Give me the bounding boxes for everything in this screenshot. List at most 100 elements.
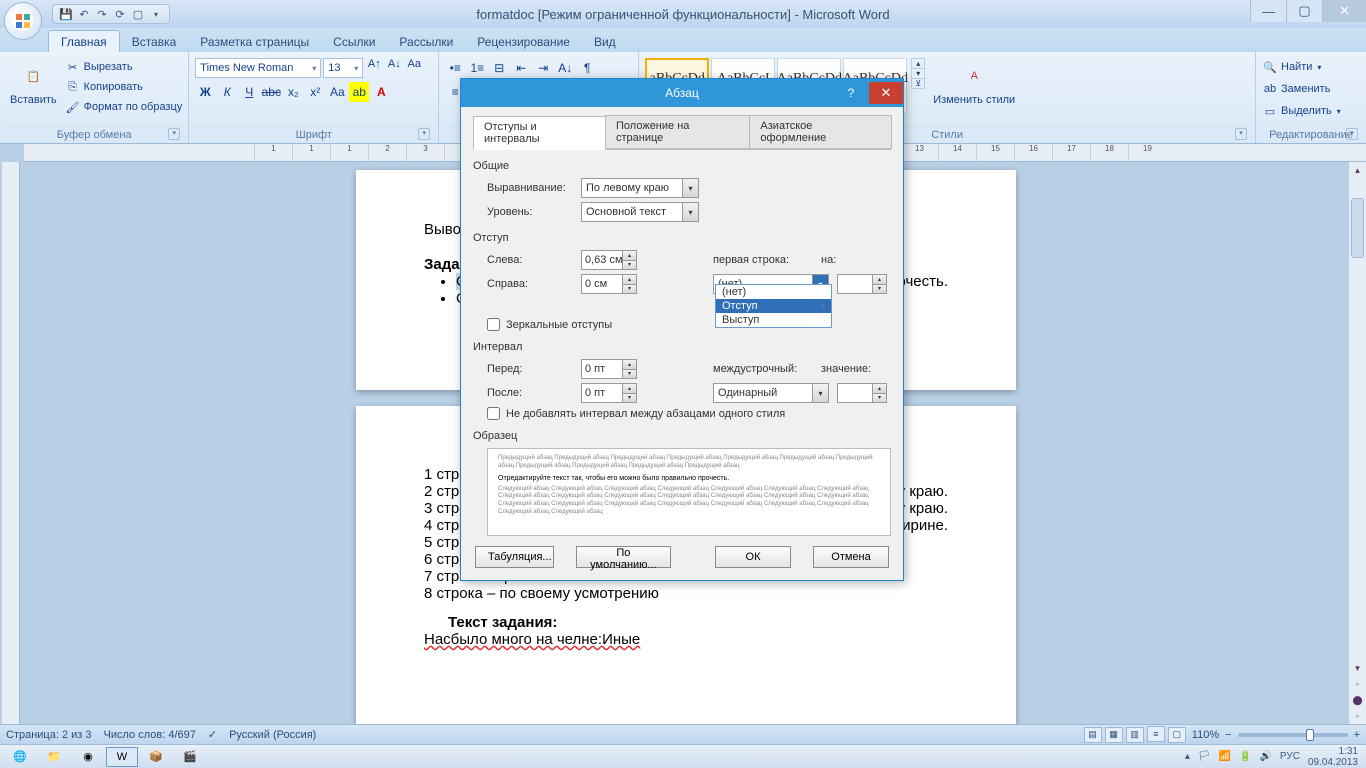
format-painter-button[interactable]: 🖌Формат по образцу [65,98,183,116]
save-icon[interactable]: 💾 [59,7,73,21]
line-at-spinner[interactable]: ▴▾ [837,383,887,403]
shrink-font-icon[interactable]: A↓ [385,58,403,78]
page-status[interactable]: Страница: 2 из 3 [6,729,92,741]
spinner-down-icon[interactable]: ▾ [872,285,886,294]
scroll-down-icon[interactable]: ▾ [1349,660,1366,676]
cut-button[interactable]: ✂Вырезать [65,58,183,76]
bullets-button[interactable]: •≡ [445,58,465,78]
zoom-out-icon[interactable]: − [1225,729,1231,741]
proofing-icon[interactable]: ✓ [208,728,217,741]
spinner-down-icon[interactable]: ▾ [622,370,636,379]
change-case-button[interactable]: Aa [327,82,347,102]
select-button[interactable]: ▭Выделить▾ [1262,102,1341,120]
tab-view[interactable]: Вид [582,31,628,52]
tab-mailings[interactable]: Рассылки [387,31,465,52]
qat-dropdown-icon[interactable]: ▾ [149,7,163,21]
vertical-scrollbar[interactable]: ▴ ▾ ◦ ⬤ ◦ [1348,162,1366,724]
chevron-down-icon[interactable]: ▾ [682,203,698,221]
dialog-titlebar[interactable]: Абзац ? ✕ [461,79,903,107]
font-name-select[interactable]: Times New Roman [195,58,321,78]
redo-icon[interactable]: ↷ [95,7,109,21]
dropdown-option-hanging[interactable]: Выступ [716,313,831,327]
dec-indent-button[interactable]: ⇤ [511,58,531,78]
inc-indent-button[interactable]: ⇥ [533,58,553,78]
dropdown-option-indent[interactable]: Отступ [716,299,831,313]
no-space-check[interactable]: Не добавлять интервал между абзацами одн… [487,407,891,420]
ok-button[interactable]: ОК [715,546,791,568]
replace-button[interactable]: abЗаменить [1262,80,1330,98]
no-space-checkbox[interactable] [487,407,500,420]
paste-button[interactable]: 📋 Вставить [6,58,61,108]
next-page-icon[interactable]: ◦ [1349,708,1366,724]
undo-icon[interactable]: ↶ [77,7,91,21]
grow-font-icon[interactable]: A↑ [365,58,383,78]
web-view[interactable]: ▥ [1126,727,1144,743]
zoom-handle[interactable] [1306,729,1314,741]
close-button[interactable]: ✕ [1322,0,1366,22]
dlg-tab-indents[interactable]: Отступы и интервалы [473,116,606,150]
bold-button[interactable]: Ж [195,82,215,102]
highlight-button[interactable]: ab [349,82,369,102]
zoom-value[interactable]: 110% [1192,729,1219,741]
outline-level-combo[interactable]: Основной текст▾ [581,202,699,222]
browse-icon[interactable]: ⬤ [1349,692,1366,708]
tray-up-icon[interactable]: ▴ [1185,751,1190,762]
word-icon[interactable]: W [106,747,138,767]
font-size-select[interactable]: 13 [323,58,363,78]
gallery-down-icon[interactable]: ▾ [912,68,924,78]
tab-review[interactable]: Рецензирование [465,31,582,52]
scroll-thumb[interactable] [1351,198,1364,258]
copy-button[interactable]: ⎘Копировать [65,78,183,96]
tab-insert[interactable]: Вставка [120,31,189,52]
spinner-up-icon[interactable]: ▴ [622,384,636,394]
draft-view[interactable]: ▢ [1168,727,1186,743]
tab-home[interactable]: Главная [48,30,120,52]
maximize-button[interactable]: ▢ [1286,0,1322,22]
multilevel-button[interactable]: ⊟ [489,58,509,78]
spinner-down-icon[interactable]: ▾ [622,261,636,270]
vertical-ruler[interactable] [2,162,20,724]
spinner-up-icon[interactable]: ▴ [622,360,636,370]
dialog-close-button[interactable]: ✕ [869,82,903,104]
spinner-down-icon[interactable]: ▾ [622,394,636,403]
subscript-button[interactable]: x₂ [283,82,303,102]
scroll-up-icon[interactable]: ▴ [1349,162,1366,178]
chevron-down-icon[interactable]: ▾ [812,384,828,402]
network-icon[interactable]: 📶 [1219,751,1231,762]
ie-icon[interactable]: 🌐 [4,747,36,767]
cancel-button[interactable]: Отмена [813,546,889,568]
battery-icon[interactable]: 🔋 [1239,751,1251,762]
superscript-button[interactable]: x² [305,82,325,102]
dialog-help-icon[interactable]: ? [837,86,865,100]
space-before-spinner[interactable]: 0 пт▴▾ [581,359,637,379]
tab-pagelayout[interactable]: Разметка страницы [188,31,321,52]
line-spacing-combo[interactable]: Одинарный▾ [713,383,829,403]
spinner-up-icon[interactable]: ▴ [622,275,636,285]
office-button[interactable] [4,2,42,40]
spinner-down-icon[interactable]: ▾ [872,394,886,403]
italic-button[interactable]: К [217,82,237,102]
tab-references[interactable]: Ссылки [321,31,387,52]
clear-format-icon[interactable]: Aa [405,58,423,78]
volume-icon[interactable]: 🔊 [1259,751,1271,762]
word-count[interactable]: Число слов: 4/697 [104,729,196,741]
find-button[interactable]: 🔍Найти▾ [1262,58,1321,76]
show-marks-button[interactable]: ¶ [577,58,597,78]
indent-by-spinner[interactable]: ▴▾ [837,274,887,294]
minimize-button[interactable]: — [1250,0,1286,22]
mirror-checkbox[interactable] [487,318,500,331]
zoom-in-icon[interactable]: + [1354,729,1360,741]
dlg-tab-asian[interactable]: Азиатское оформление [749,115,892,149]
numbering-button[interactable]: 1≡ [467,58,487,78]
explorer-icon[interactable]: 📁 [38,747,70,767]
default-button[interactable]: По умолчанию... [576,546,671,568]
spinner-up-icon[interactable]: ▴ [622,251,636,261]
spinner-up-icon[interactable]: ▴ [872,384,886,394]
dropdown-option-none[interactable]: (нет) [716,285,831,299]
change-styles-button[interactable]: A Изменить стили [929,58,1019,108]
gallery-up-icon[interactable]: ▴ [912,59,924,68]
chevron-down-icon[interactable]: ▾ [682,179,698,197]
dlg-tab-linebreaks[interactable]: Положение на странице [605,115,750,149]
media-icon[interactable]: 🎬 [174,747,206,767]
clock[interactable]: 1:31 09.04.2013 [1308,746,1362,768]
